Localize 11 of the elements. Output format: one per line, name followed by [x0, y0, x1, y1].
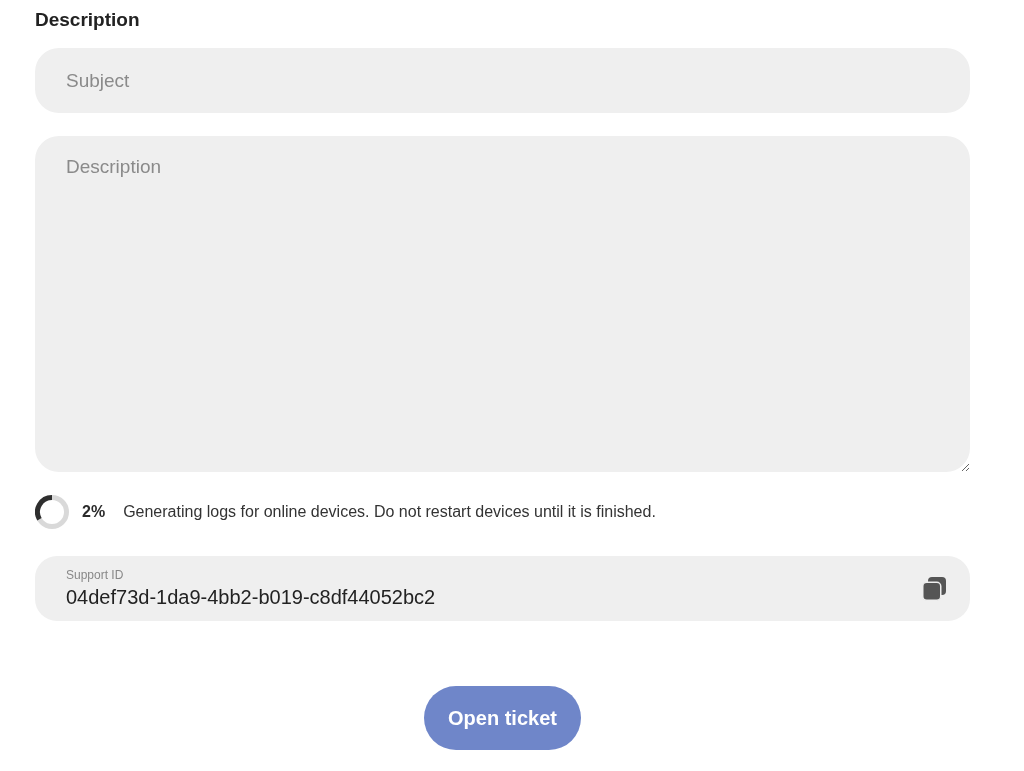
progress-message: Generating logs for online devices. Do not restart devices until it is finished.: [123, 503, 656, 521]
section-heading: Description: [35, 8, 141, 32]
support-id-value: 04def73d-1da9-4bb2-b019-c8df44052bc2: [66, 585, 437, 609]
support-id-label: Support ID: [66, 568, 125, 582]
spinner-icon: [35, 495, 69, 529]
copy-icon: [922, 576, 946, 601]
open-ticket-button[interactable]: Open ticket: [424, 686, 581, 750]
description-textarea[interactable]: Description: [35, 136, 970, 472]
progress-percent: 2%: [82, 503, 106, 521]
subject-input[interactable]: Subject: [35, 48, 970, 113]
copy-button[interactable]: [922, 576, 946, 601]
